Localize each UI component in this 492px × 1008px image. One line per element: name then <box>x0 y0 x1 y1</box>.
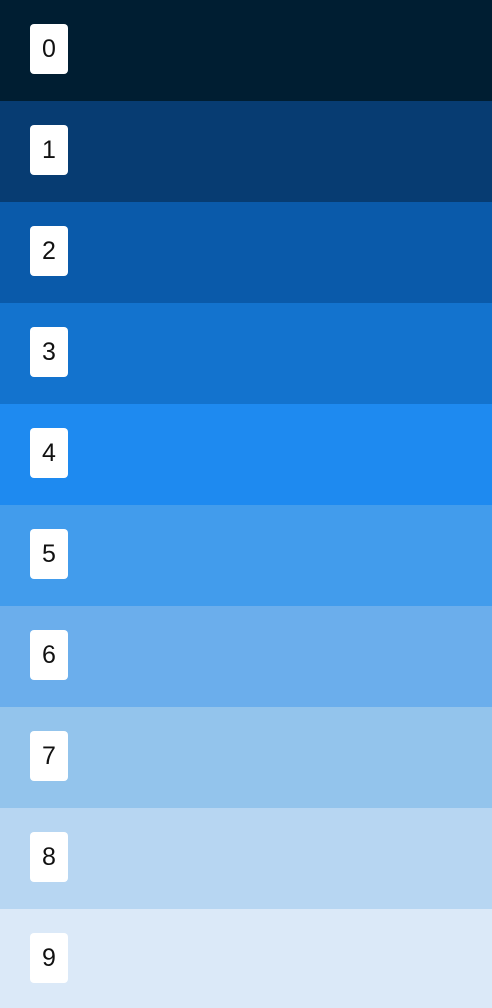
swatch-label-4: 4 <box>30 428 68 478</box>
swatch-label-0: 0 <box>30 24 68 74</box>
swatch-label-1: 1 <box>30 125 68 175</box>
swatch-label-7: 7 <box>30 731 68 781</box>
color-swatch-1: 1 <box>0 101 492 202</box>
swatch-label-6: 6 <box>30 630 68 680</box>
color-swatch-4: 4 <box>0 404 492 505</box>
color-swatch-5: 5 <box>0 505 492 606</box>
swatch-label-8: 8 <box>30 832 68 882</box>
color-swatch-8: 8 <box>0 808 492 909</box>
swatch-label-2: 2 <box>30 226 68 276</box>
color-swatch-7: 7 <box>0 707 492 808</box>
color-swatch-list: 0 1 2 3 4 5 6 7 8 9 <box>0 0 492 1008</box>
swatch-label-5: 5 <box>30 529 68 579</box>
color-swatch-9: 9 <box>0 909 492 1008</box>
swatch-label-3: 3 <box>30 327 68 377</box>
swatch-label-9: 9 <box>30 933 68 983</box>
color-swatch-2: 2 <box>0 202 492 303</box>
color-swatch-6: 6 <box>0 606 492 707</box>
color-swatch-0: 0 <box>0 0 492 101</box>
color-swatch-3: 3 <box>0 303 492 404</box>
